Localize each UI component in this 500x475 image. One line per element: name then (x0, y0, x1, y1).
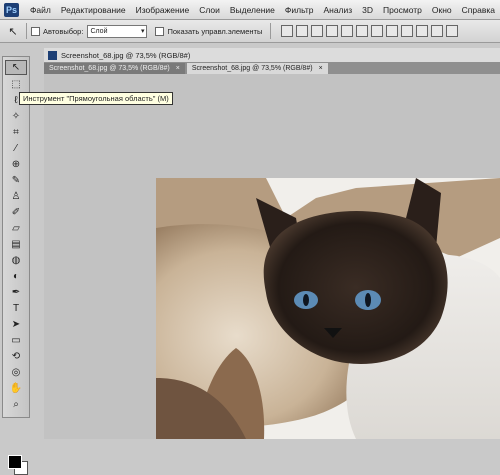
document-image[interactable] (156, 178, 500, 439)
menu-edit[interactable]: Редактирование (56, 5, 131, 15)
align-bottom-icon[interactable] (311, 25, 324, 37)
document-title: Screenshot_68.jpg @ 73,5% (RGB/8#) (61, 50, 191, 60)
marquee-icon[interactable]: ⬚ (6, 78, 26, 91)
distribute-bottom-icon[interactable] (401, 25, 414, 37)
menu-image[interactable]: Изображение (131, 5, 195, 15)
distribute-top-icon[interactable] (371, 25, 384, 37)
tab-label: Screenshot_68.jpg @ 73,5% (RGB/8#) (191, 65, 313, 72)
clone-stamp-icon[interactable]: ♙ (6, 190, 26, 203)
menu-layers[interactable]: Слои (194, 5, 225, 15)
menu-view[interactable]: Просмотр (378, 5, 427, 15)
photoshop-logo-icon[interactable]: Ps (4, 2, 19, 17)
menu-bar: Ps Файл Редактирование Изображение Слои … (0, 0, 500, 20)
brush-icon[interactable]: ✎ (6, 174, 26, 187)
show-controls-checkbox[interactable] (155, 26, 165, 36)
distribute-hcenter-icon[interactable] (431, 25, 444, 37)
type-icon[interactable]: T (6, 302, 26, 315)
align-buttons (281, 25, 459, 37)
menu-file[interactable]: Файл (25, 5, 56, 15)
move-icon[interactable]: ↖ (5, 60, 27, 75)
autoselect-checkbox[interactable] (31, 26, 40, 36)
move-tool-preset-icon[interactable]: ↖ (4, 23, 22, 39)
menu-filter[interactable]: Фильтр (280, 5, 319, 15)
close-icon[interactable]: × (319, 65, 323, 72)
tool-tooltip: Инструмент "Прямоугольная область" (M) (19, 92, 173, 105)
3d-rotate-icon[interactable]: ⟲ (6, 350, 26, 363)
cat-photo (156, 178, 500, 439)
shape-icon[interactable]: ▭ (6, 334, 26, 347)
crop-icon[interactable]: ⌗ (6, 126, 26, 139)
distribute-vcenter-icon[interactable] (386, 25, 399, 37)
document-tabs: Screenshot_68.jpg @ 73,5% (RGB/8#) × Scr… (44, 62, 500, 74)
3d-orbit-icon[interactable]: ◎ (6, 366, 26, 379)
autoselect-dropdown[interactable]: Слой ▾ (87, 24, 148, 38)
pen-icon[interactable]: ✒ (6, 286, 26, 299)
divider (26, 23, 27, 39)
align-hcenter-icon[interactable] (341, 25, 354, 37)
align-top-icon[interactable] (281, 25, 294, 37)
tab-label: Screenshot_68.jpg @ 73,5% (RGB/8#) (49, 65, 170, 72)
magic-wand-icon[interactable]: ✧ (6, 110, 26, 123)
autoselect-value: Слой (90, 27, 108, 35)
autoselect-label: Автовыбор: (43, 26, 84, 36)
menu-window[interactable]: Окно (427, 5, 457, 15)
document-tab-active[interactable]: Screenshot_68.jpg @ 73,5% (RGB/8#) × (186, 63, 328, 74)
distribute-right-icon[interactable] (446, 25, 459, 37)
document-tab[interactable]: Screenshot_68.jpg @ 73,5% (RGB/8#) × (44, 63, 185, 74)
menu-help[interactable]: Справка (457, 5, 500, 15)
document-titlebar: Screenshot_68.jpg @ 73,5% (RGB/8#) (44, 48, 500, 63)
divider (270, 23, 272, 39)
foreground-color-swatch[interactable] (8, 455, 22, 469)
blur-icon[interactable]: ◍ (6, 254, 26, 267)
gradient-icon[interactable]: ▤ (6, 238, 26, 251)
menu-3d[interactable]: 3D (357, 5, 378, 15)
close-icon[interactable]: × (176, 65, 180, 72)
history-brush-icon[interactable]: ✐ (6, 206, 26, 219)
eraser-icon[interactable]: ▱ (6, 222, 26, 235)
path-select-icon[interactable]: ➤ (6, 318, 26, 331)
show-controls-label: Показать управл.элементы (167, 26, 263, 36)
menu-analysis[interactable]: Анализ (318, 5, 357, 15)
distribute-left-icon[interactable] (416, 25, 429, 37)
document-icon (48, 50, 57, 60)
align-vcenter-icon[interactable] (296, 25, 309, 37)
hand-icon[interactable]: ✋ (6, 382, 26, 395)
eyedropper-icon[interactable]: ⁄ (6, 142, 26, 155)
chevron-down-icon: ▾ (140, 28, 145, 35)
align-left-icon[interactable] (326, 25, 339, 37)
options-bar: ↖ Автовыбор: Слой ▾ Показать управл.элем… (0, 20, 500, 43)
align-right-icon[interactable] (356, 25, 369, 37)
tools-panel: ↖ ⬚ ℓ ✧ ⌗ ⁄ ⊕ ✎ ♙ ✐ ▱ ▤ ◍ ◐ ✒ T ➤ ▭ ⟲ ◎ … (2, 56, 30, 475)
healing-icon[interactable]: ⊕ (6, 158, 26, 171)
dodge-icon[interactable]: ◐ (6, 270, 26, 283)
zoom-icon[interactable]: ⌕ (6, 398, 26, 411)
menu-select[interactable]: Выделение (225, 5, 280, 15)
